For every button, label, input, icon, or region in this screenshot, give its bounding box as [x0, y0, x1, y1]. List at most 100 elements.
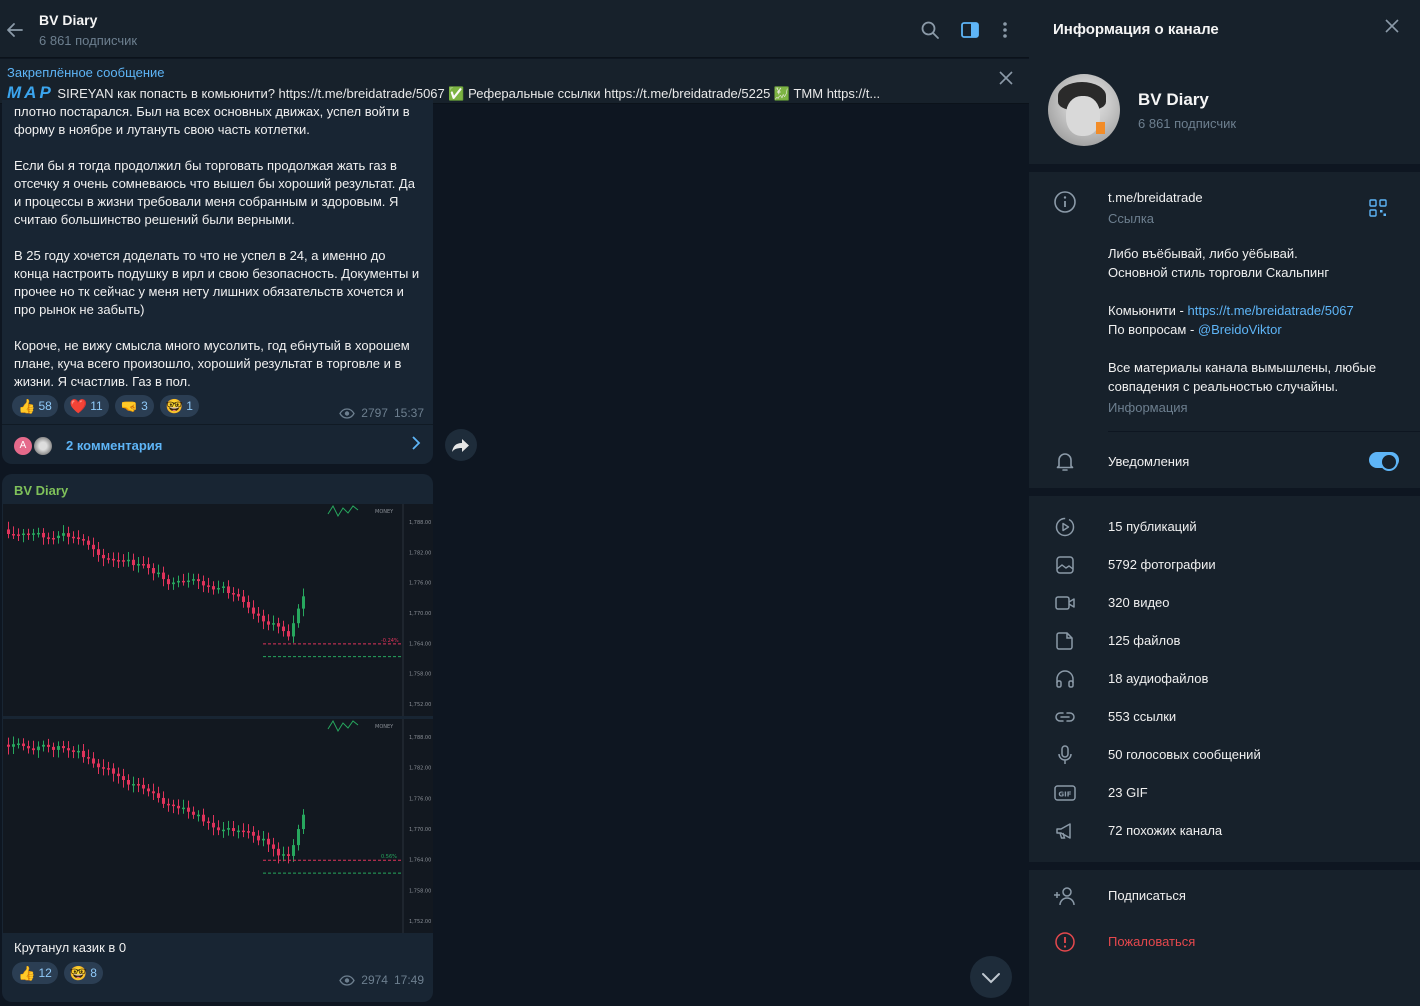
- candle-body: [62, 746, 65, 749]
- view-count: 2974: [361, 973, 388, 987]
- community-link[interactable]: https://t.me/breidatrade/5067: [1187, 303, 1353, 318]
- reaction-thumbs-up[interactable]: 👍 58: [12, 395, 58, 417]
- subscribe-button[interactable]: Подписаться: [1029, 877, 1420, 915]
- close-icon[interactable]: [999, 71, 1013, 85]
- reaction-thumbs-up[interactable]: 👍 12: [12, 962, 58, 984]
- reaction-count: 58: [38, 399, 52, 413]
- chat-title[interactable]: BV Diary: [39, 12, 97, 28]
- price-tick-label: 1,758.00: [409, 672, 431, 678]
- candle-body: [147, 564, 150, 569]
- candle-body: [207, 821, 210, 823]
- qr-code-icon[interactable]: [1369, 199, 1387, 217]
- media-item-links[interactable]: 553 ссылки: [1029, 698, 1420, 736]
- price-tick-label: 1,782.00: [409, 550, 431, 556]
- search-icon[interactable]: [920, 20, 940, 40]
- candle-body: [177, 805, 180, 809]
- media-item-label: 125 файлов: [1108, 633, 1181, 648]
- channel-link[interactable]: t.me/breidatrade: [1108, 188, 1203, 207]
- more-menu-icon[interactable]: [995, 20, 1015, 40]
- close-icon[interactable]: [1384, 18, 1400, 34]
- avatar: [32, 435, 54, 457]
- message-text: плотно постарался. Был на всех основных …: [14, 103, 424, 391]
- candle-body: [107, 768, 110, 770]
- info-icon: [1053, 190, 1077, 214]
- candle-body: [7, 744, 10, 747]
- candle-body: [302, 814, 305, 830]
- message-caption: Крутанул казик в 0: [14, 940, 127, 955]
- candle-body: [292, 623, 295, 637]
- trading-chart-image[interactable]: 1,788.00 1,782.00 1,776.00 1,770.00 1,764.00…: [3, 719, 433, 933]
- description-line: Основной стиль торговли Скальпинг: [1108, 265, 1330, 280]
- candle-body: [77, 750, 80, 753]
- community-line: Комьюнити - https://t.me/breidatrade/506…: [1108, 301, 1354, 320]
- candle-body: [167, 803, 170, 806]
- questions-link[interactable]: @BreidoViktor: [1198, 322, 1282, 337]
- candle-body: [172, 582, 175, 585]
- channel-avatar[interactable]: [1048, 74, 1120, 146]
- reaction-count: 3: [141, 399, 148, 413]
- candle-body: [122, 560, 125, 562]
- reactions-row: 👍 58 ❤️ 11 🤜 3 🤓 1: [12, 395, 199, 417]
- media-item-posts[interactable]: 15 публикаций: [1029, 508, 1420, 546]
- reaction-emoji: 👍: [18, 397, 36, 414]
- reaction-fist[interactable]: 🤜 3: [114, 395, 154, 417]
- candle-body: [47, 537, 50, 539]
- candle-body: [272, 844, 275, 849]
- candle-body: [32, 748, 35, 751]
- message-paragraph: плотно постарался. Был на всех основных …: [14, 104, 410, 137]
- subscribe-label: Подписаться: [1108, 888, 1186, 903]
- media-item-label: 50 голосовых сообщений: [1108, 747, 1261, 762]
- sidebar-toggle-icon[interactable]: [960, 20, 980, 40]
- candle-body: [117, 560, 120, 562]
- media-item-files[interactable]: 125 файлов: [1029, 622, 1420, 660]
- candle-body: [187, 807, 190, 812]
- media-item-label: 15 публикаций: [1108, 519, 1197, 534]
- reaction-heart[interactable]: ❤️ 11: [63, 395, 109, 417]
- candle-body: [212, 586, 215, 590]
- candle-body: [162, 797, 165, 804]
- bell-icon: [1053, 449, 1077, 473]
- media-item-gifs[interactable]: GIF 23 GIF: [1029, 774, 1420, 812]
- gif-icon: GIF: [1053, 783, 1077, 803]
- media-item-similar[interactable]: 72 похожих канала: [1029, 812, 1420, 850]
- media-item-audio[interactable]: 18 аудиофайлов: [1029, 660, 1420, 698]
- add-user-icon: [1053, 886, 1077, 906]
- reaction-count: 8: [90, 966, 97, 980]
- community-prefix: Комьюнити -: [1108, 303, 1188, 318]
- headphones-icon: [1053, 669, 1077, 689]
- media-item-label: 23 GIF: [1108, 785, 1148, 800]
- candle-body: [147, 788, 150, 792]
- pinned-message-bar[interactable]: Закреплённое сообщение MAP SIREYAN как п…: [0, 59, 1029, 104]
- candle-body: [7, 529, 10, 535]
- candle-body: [47, 744, 50, 747]
- divider: [1108, 431, 1420, 432]
- comments-bar[interactable]: A 2 комментария: [2, 424, 433, 464]
- trading-chart-image[interactable]: 1,788.00 1,782.00 1,776.00 1,770.00 1,764.00…: [3, 504, 433, 716]
- reaction-nerd[interactable]: 🤓 8: [63, 962, 103, 984]
- report-button[interactable]: Пожаловаться: [1029, 923, 1420, 961]
- candle-body: [217, 587, 220, 590]
- info-label: Информация: [1108, 400, 1188, 415]
- back-arrow-icon[interactable]: [4, 19, 26, 41]
- channel-link-label: Ссылка: [1108, 211, 1155, 226]
- pinned-label: Закреплённое сообщение: [7, 65, 165, 80]
- candle-body: [142, 784, 145, 789]
- media-item-voice[interactable]: 50 голосовых сообщений: [1029, 736, 1420, 774]
- reaction-count: 12: [38, 966, 52, 980]
- reaction-nerd[interactable]: 🤓 1: [159, 395, 199, 417]
- candle-body: [287, 854, 290, 856]
- message-author[interactable]: BV Diary: [14, 483, 68, 498]
- scroll-down-button[interactable]: [970, 956, 1012, 998]
- candle-body: [242, 596, 245, 602]
- file-icon: [1053, 631, 1077, 651]
- candle-body: [107, 558, 110, 560]
- media-item-photos[interactable]: 5792 фотографии: [1029, 546, 1420, 584]
- questions-line: По вопросам - @BreidoViktor: [1108, 320, 1282, 339]
- reactions-row: 👍 12 🤓 8: [12, 962, 103, 984]
- candle-body: [92, 544, 95, 550]
- share-icon[interactable]: [445, 429, 477, 461]
- candle-body: [62, 533, 65, 536]
- notifications-toggle[interactable]: [1369, 452, 1399, 471]
- media-item-videos[interactable]: 320 видео: [1029, 584, 1420, 622]
- candle-body: [37, 532, 40, 535]
